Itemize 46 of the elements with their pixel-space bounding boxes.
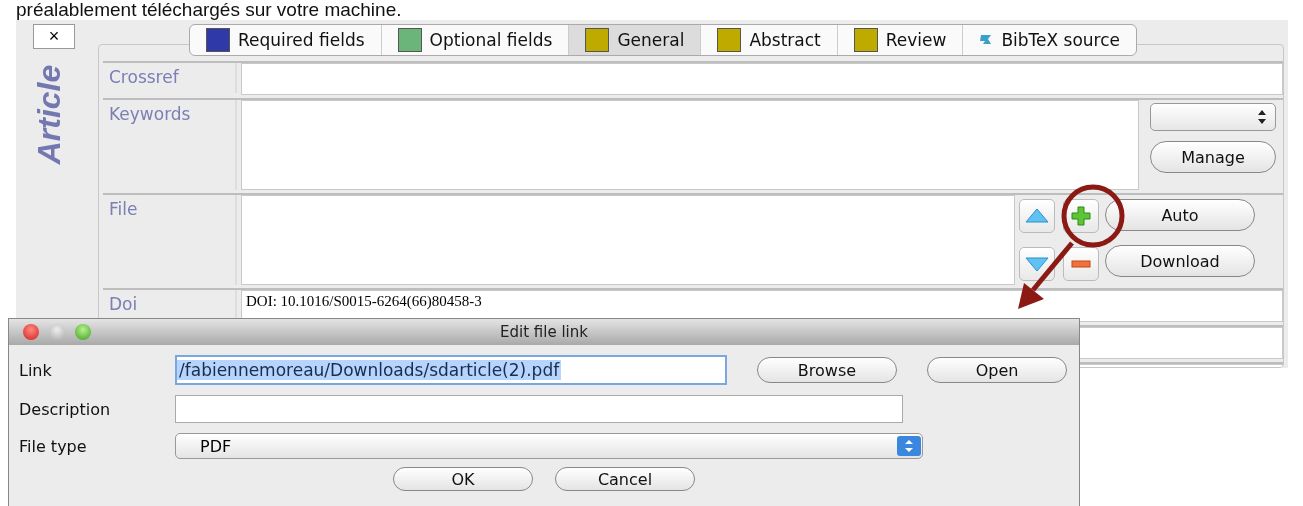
input-field[interactable] bbox=[241, 100, 1139, 190]
auto-button[interactable]: Auto bbox=[1105, 199, 1255, 231]
up-down-arrows-icon bbox=[1257, 109, 1267, 125]
field-label: Crossref bbox=[109, 67, 179, 87]
link-field[interactable]: /fabiennemoreau/Downloads/sdarticle(2).pdf bbox=[175, 355, 727, 385]
tab[interactable]: General bbox=[569, 25, 702, 55]
caption-text: préalablement téléchargés sur votre machine. bbox=[15, 0, 403, 20]
description-field[interactable] bbox=[175, 395, 903, 423]
entry-type-label: Article bbox=[31, 64, 69, 164]
tab[interactable]: Abstract bbox=[701, 25, 838, 55]
pointer-arrow bbox=[1018, 241, 1074, 309]
download-button[interactable]: Download bbox=[1105, 245, 1255, 277]
manage-button[interactable]: Manage bbox=[1150, 141, 1276, 173]
close-button[interactable]: × bbox=[33, 24, 75, 49]
link-label: Link bbox=[19, 360, 53, 380]
file-type-dropdown[interactable]: PDF bbox=[175, 433, 923, 459]
tab[interactable]: BibTeX source bbox=[963, 25, 1137, 55]
move-up-button[interactable] bbox=[1019, 199, 1055, 233]
minimize-window-button[interactable] bbox=[49, 324, 65, 340]
tab[interactable]: Required fields bbox=[189, 25, 382, 55]
move-down-button[interactable] bbox=[1019, 247, 1055, 281]
minus-icon bbox=[1071, 260, 1091, 268]
dropdown[interactable] bbox=[1150, 103, 1276, 131]
down-triangle-icon bbox=[1025, 256, 1049, 272]
tab[interactable]: Review bbox=[837, 25, 964, 55]
file-type-label: File type bbox=[19, 436, 88, 456]
plus-icon bbox=[1071, 206, 1091, 226]
browse-button[interactable]: Browse bbox=[757, 357, 897, 383]
up-down-arrows-icon bbox=[897, 436, 921, 456]
input-field[interactable] bbox=[241, 195, 1015, 285]
field-label: Keywords bbox=[109, 104, 191, 124]
open-button[interactable]: Open bbox=[927, 357, 1067, 383]
field-label: Doi bbox=[109, 294, 138, 314]
zoom-window-button[interactable] bbox=[75, 324, 91, 340]
input-field[interactable] bbox=[241, 63, 1283, 95]
tab[interactable]: Optional fields bbox=[381, 25, 570, 55]
cancel-button[interactable]: Cancel bbox=[555, 467, 695, 491]
dialog-title: Edit file link bbox=[500, 323, 588, 341]
source-icon bbox=[979, 34, 994, 46]
remove-button[interactable] bbox=[1063, 247, 1099, 281]
up-triangle-icon bbox=[1025, 208, 1049, 224]
highlight-circle bbox=[1061, 184, 1125, 248]
field-label: File bbox=[109, 199, 138, 219]
close-window-button[interactable] bbox=[23, 324, 39, 340]
description-label: Description bbox=[19, 399, 112, 419]
ok-button[interactable]: OK bbox=[393, 467, 533, 491]
